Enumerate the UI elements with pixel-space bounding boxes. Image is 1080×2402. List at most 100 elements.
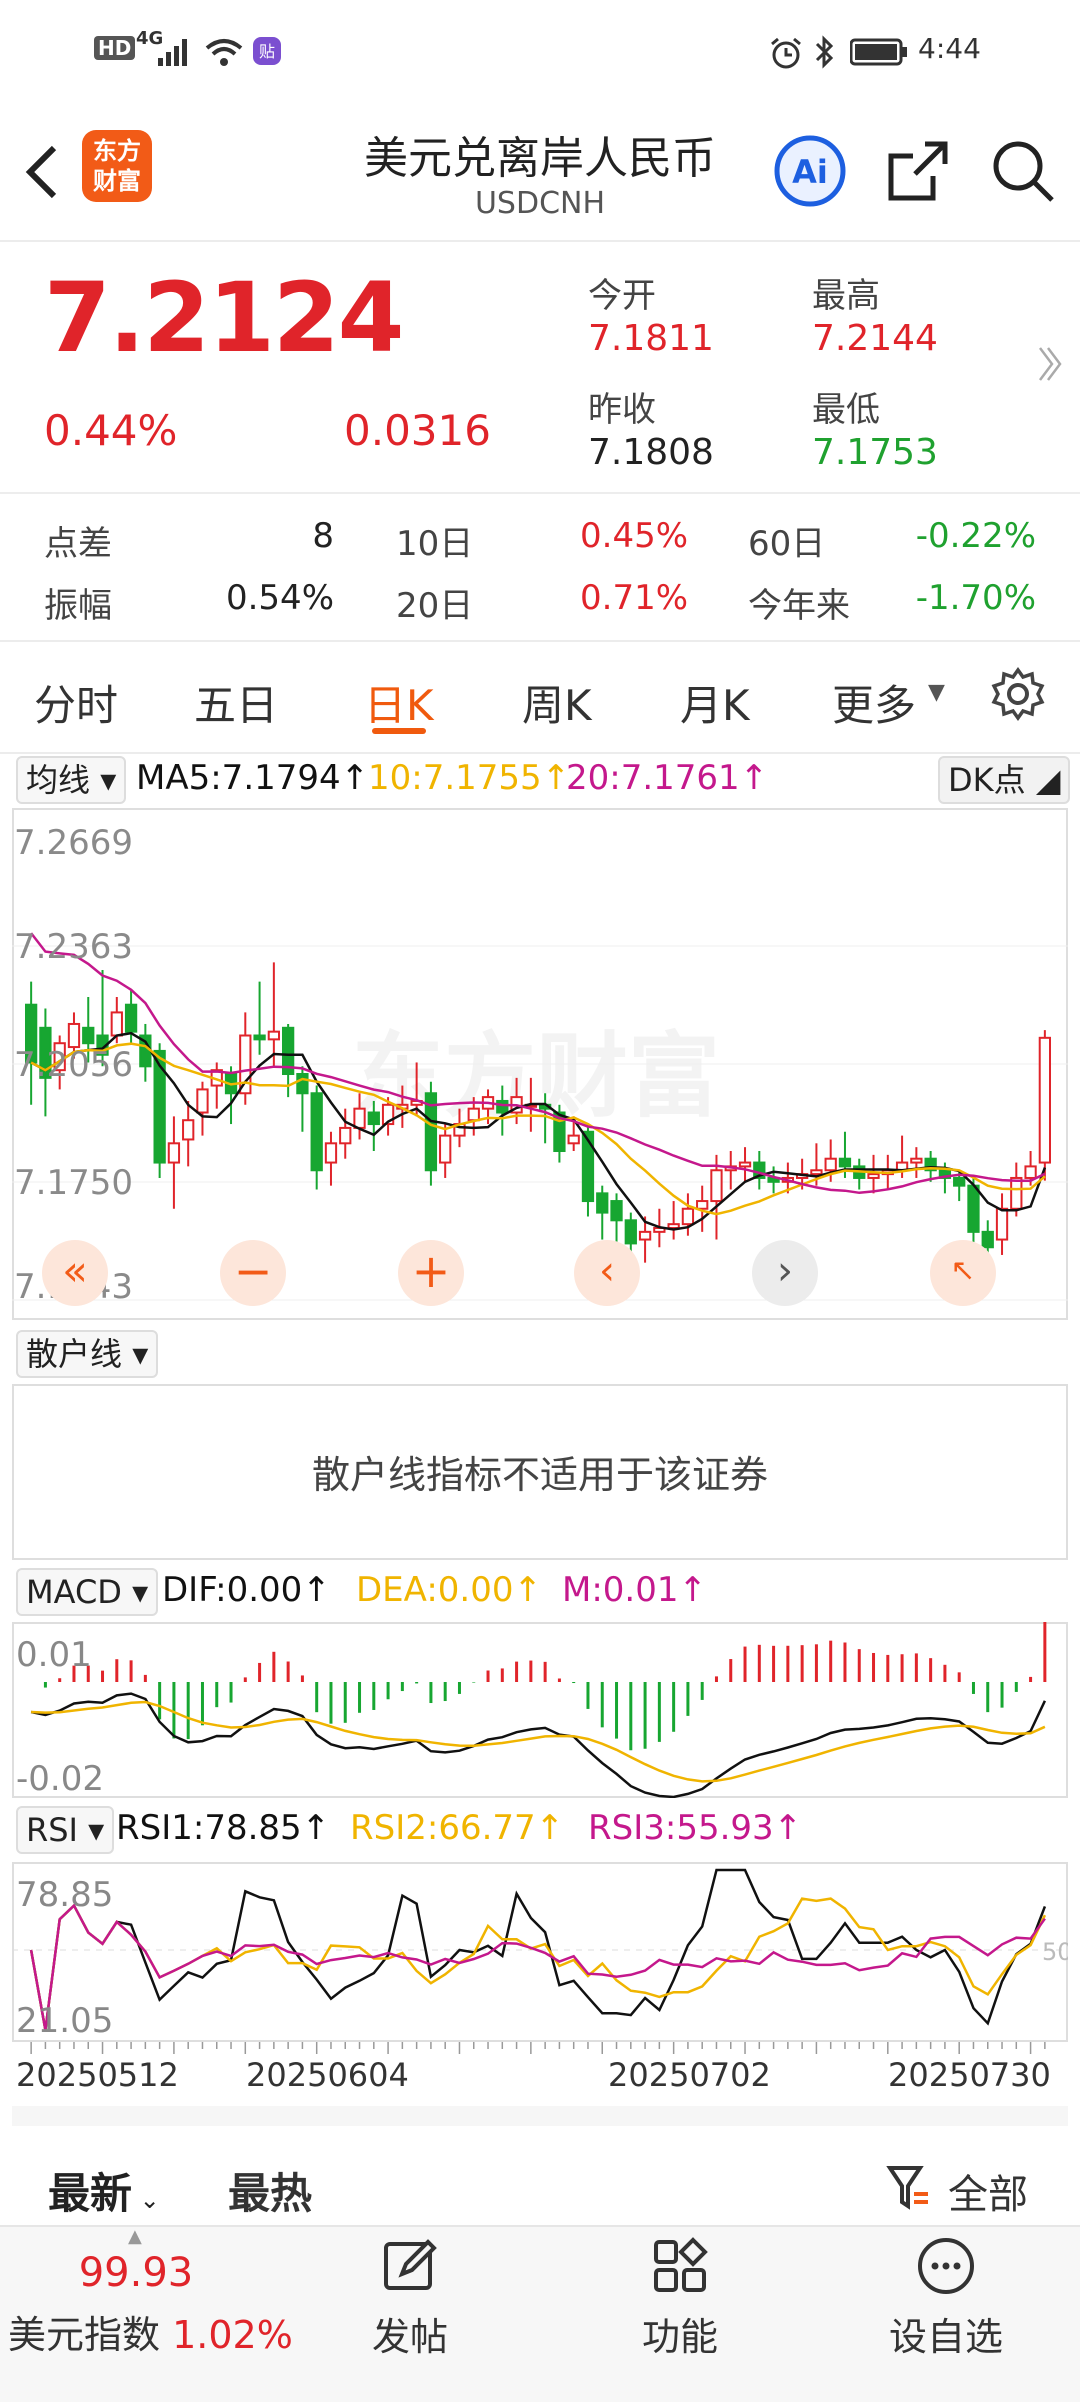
divider xyxy=(0,492,1080,494)
ma10-readout: 10:7.1755↑ xyxy=(368,758,571,798)
kline-y-label: 7.1750 xyxy=(14,1163,133,1203)
candle-up xyxy=(339,1126,352,1145)
macd-chart[interactable]: 0.01 -0.02 xyxy=(12,1622,1068,1798)
low-label: 最低 xyxy=(812,390,880,430)
candle-down xyxy=(253,1034,266,1041)
nav-add-watchlist-label[interactable]: 设自选 xyxy=(876,2306,1016,2361)
kline-y-label: 7.2363 xyxy=(14,927,133,967)
share-icon[interactable] xyxy=(885,138,951,204)
feed-tab-latest[interactable]: 最新 ⌄ xyxy=(48,2160,160,2221)
ma-indicator-select[interactable]: 均线 ▾ xyxy=(16,756,127,804)
spread-value: 8 xyxy=(312,516,334,556)
index-caret-icon: ▲ xyxy=(128,2226,142,2247)
candle-down xyxy=(124,1003,138,1033)
candle-up xyxy=(67,1022,81,1049)
rsi1-readout: RSI1:78.85↑ xyxy=(116,1808,331,1848)
prev-close-value: 7.1808 xyxy=(588,432,714,473)
more-dropdown-icon[interactable]: ▼ xyxy=(928,680,945,705)
bluetooth-icon xyxy=(815,35,834,69)
ai-assistant-icon[interactable]: Ai xyxy=(773,134,847,208)
retail-indicator-select[interactable]: 散户线 ▾ xyxy=(16,1330,159,1378)
clock: 4:44 xyxy=(918,32,981,65)
expand-chevron-icon[interactable] xyxy=(1036,344,1064,384)
candle-up xyxy=(696,1200,709,1210)
tab-monthly-k[interactable]: 月K xyxy=(680,672,750,733)
candle-down xyxy=(496,1099,509,1114)
twenty-day-value: 0.71% xyxy=(580,578,689,618)
wifi-icon xyxy=(205,39,243,66)
settings-gear-icon[interactable] xyxy=(990,666,1046,722)
functions-grid-icon[interactable] xyxy=(650,2236,710,2296)
scroll-right-button[interactable]: › xyxy=(752,1240,818,1306)
rsi-y-label-top: 78.85 xyxy=(16,1875,113,1915)
candle-up xyxy=(710,1169,723,1203)
kline-y-label: 7.2056 xyxy=(14,1045,133,1085)
current-price: 7.2124 xyxy=(44,262,404,374)
hd-icon: HD xyxy=(94,36,136,60)
scroll-left-button[interactable]: ‹ xyxy=(574,1240,640,1306)
prev-close-label: 昨收 xyxy=(588,390,656,430)
high-value: 7.2144 xyxy=(812,318,938,359)
rsi-mid-label: 50 xyxy=(1042,1938,1068,1966)
dea-line xyxy=(31,1700,1046,1783)
tab-intraday[interactable]: 分时 xyxy=(34,672,118,733)
filter-all-label[interactable]: 全部 xyxy=(948,2162,1028,2220)
tab-weekly-k[interactable]: 周K xyxy=(522,672,592,733)
sixty-day-value: -0.22% xyxy=(915,516,1036,556)
active-tab-indicator xyxy=(372,728,426,734)
tab-more[interactable]: 更多 xyxy=(832,672,916,733)
dollar-index-item[interactable]: 美元指数 1.02% xyxy=(8,2304,293,2359)
kline-y-label: 7.2669 xyxy=(14,823,133,863)
rsi2-line xyxy=(29,1897,1047,2031)
dollar-index-value[interactable]: 99.93 xyxy=(0,2250,272,2296)
candle-down xyxy=(82,1026,95,1045)
search-icon[interactable] xyxy=(990,138,1056,204)
scroll-left-fast-button[interactable]: « xyxy=(42,1240,108,1306)
date-label-4: 20250730 xyxy=(888,2056,1051,2094)
macd-dif-readout: DIF:0.00↑ xyxy=(162,1570,331,1610)
candle-up xyxy=(196,1088,209,1114)
reset-position-button[interactable]: ↖ xyxy=(930,1240,996,1306)
candle-up xyxy=(1038,1036,1052,1164)
rsi-chart[interactable]: 78.85 21.05 50 xyxy=(12,1862,1068,2042)
candle-up xyxy=(638,1230,652,1241)
nav-post-label[interactable]: 发帖 xyxy=(350,2306,470,2361)
candle-up xyxy=(267,1030,281,1041)
feed-tab-hot[interactable]: 最热 xyxy=(228,2160,312,2221)
high-label: 最高 xyxy=(812,276,880,316)
tab-five-day[interactable]: 五日 xyxy=(194,672,278,733)
alarm-icon xyxy=(771,37,801,69)
sixty-day-label: 60日 xyxy=(748,524,826,564)
zoom-in-button[interactable]: + xyxy=(398,1240,464,1306)
rsi-y-label-bottom: 21.05 xyxy=(16,2001,113,2041)
candle-down xyxy=(153,1049,166,1164)
retail-not-applicable-message: 散户线指标不适用于该证券 xyxy=(311,1453,768,1497)
rsi-indicator-select[interactable]: RSI ▾ xyxy=(16,1806,115,1854)
tab-daily-k[interactable]: 日K xyxy=(364,672,434,733)
dk-point-button[interactable]: DK点 ◢ xyxy=(938,756,1071,804)
candle-down xyxy=(838,1157,852,1168)
date-label-3: 20250702 xyxy=(608,2056,771,2094)
candle-up xyxy=(810,1169,823,1176)
candle-up xyxy=(353,1107,366,1129)
post-edit-icon[interactable] xyxy=(380,2236,440,2296)
candle-up xyxy=(867,1173,880,1179)
candle-down xyxy=(310,1092,323,1172)
change-amount: 0.0316 xyxy=(344,406,491,455)
ytd-value: -1.70% xyxy=(915,578,1036,618)
more-options-icon[interactable] xyxy=(916,2236,976,2296)
candle-down xyxy=(967,1184,980,1233)
candle-down xyxy=(596,1192,609,1214)
candle-up xyxy=(995,1207,1009,1241)
candle-up xyxy=(439,1134,452,1164)
zoom-out-button[interactable]: − xyxy=(220,1240,286,1306)
nav-functions-label[interactable]: 功能 xyxy=(620,2306,740,2361)
rsi3-readout: RSI3:55.93↑ xyxy=(588,1808,803,1848)
filter-icon[interactable] xyxy=(886,2164,932,2212)
macd-indicator-select[interactable]: MACD ▾ xyxy=(16,1568,159,1616)
candle-up xyxy=(738,1161,752,1168)
kline-chart[interactable]: 东方财富 7.26697.23637.20567.17507.1443 xyxy=(12,808,1068,1320)
candle-down xyxy=(953,1176,966,1187)
candle-up xyxy=(467,1107,480,1122)
candle-up xyxy=(1024,1165,1037,1179)
